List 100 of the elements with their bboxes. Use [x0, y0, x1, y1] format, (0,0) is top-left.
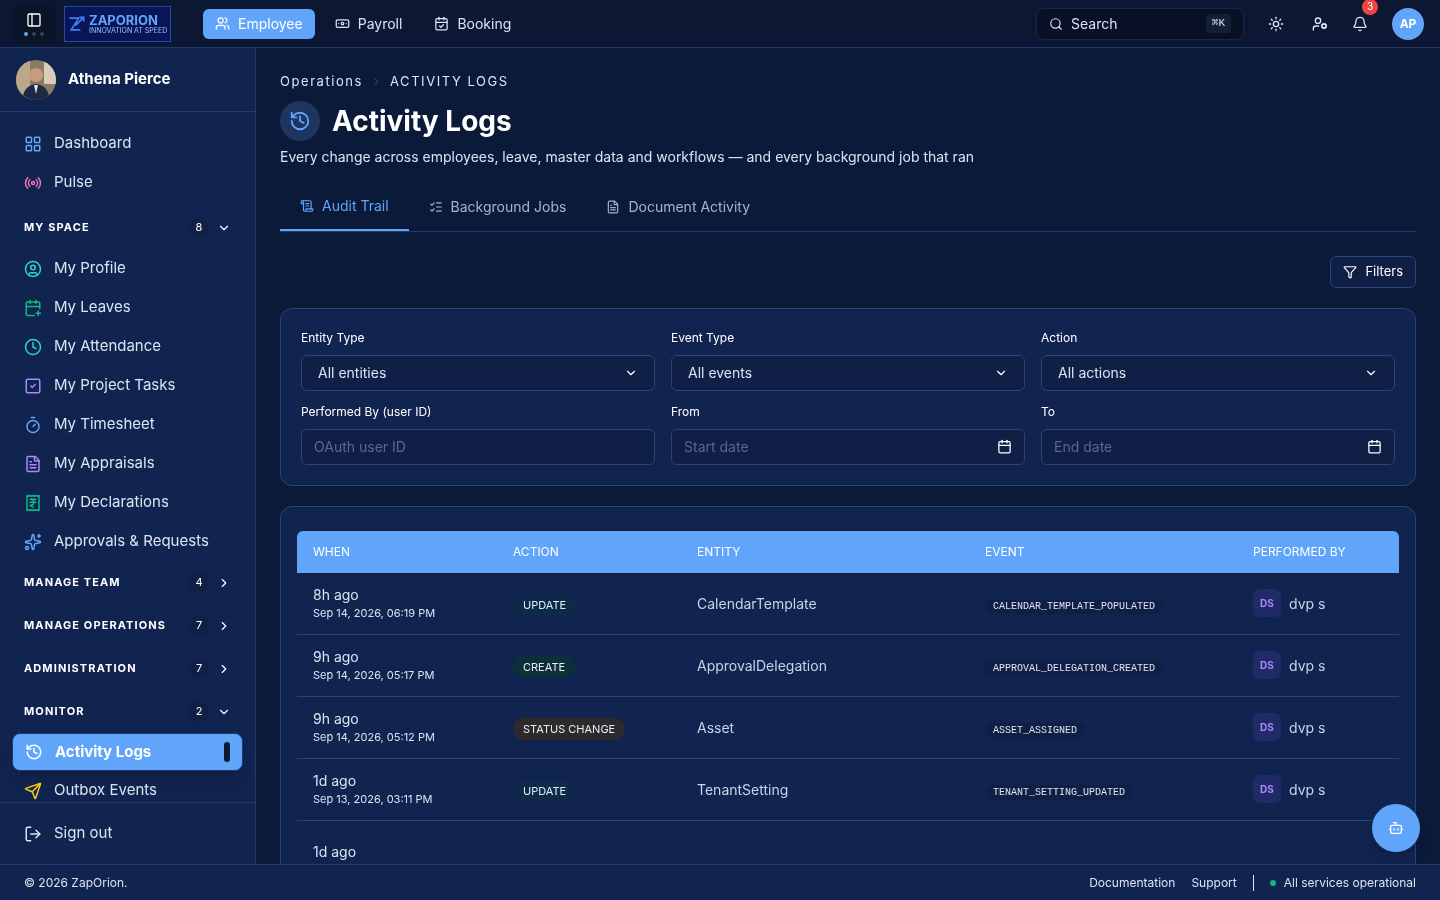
- event-code: ASSET_ASSIGNED: [985, 723, 1085, 738]
- page-title: Activity Logs: [332, 102, 512, 140]
- field-label: Event Type: [671, 328, 736, 347]
- section-count: 2: [189, 701, 209, 722]
- section-header[interactable]: MONITOR 2: [12, 690, 243, 733]
- sidebar-toggle-button[interactable]: [12, 3, 56, 44]
- calendar-icon: [997, 439, 1012, 454]
- history-icon: [280, 100, 320, 141]
- tab[interactable]: Audit Trail: [280, 182, 409, 231]
- section-count: 7: [189, 615, 209, 636]
- checklist-icon: [428, 199, 443, 214]
- sidebar-item[interactable]: Approvals & Requests: [12, 522, 243, 561]
- people-icon: [215, 16, 230, 31]
- select-field[interactable]: All events: [671, 354, 1025, 391]
- scroll-icon: [300, 198, 314, 213]
- column-header: ENTITY: [697, 542, 742, 561]
- event-code: TENANT_SETTING_UPDATED: [985, 785, 1134, 800]
- breadcrumb-link[interactable]: Operations: [280, 72, 363, 92]
- timestamp: Sep 13, 2026, 03:11 PM: [313, 791, 434, 808]
- action-badge: UPDATE: [513, 594, 577, 616]
- section-count: 7: [189, 658, 209, 679]
- user-name: dvp s: [1289, 779, 1326, 800]
- paper-plane-icon: [24, 781, 42, 800]
- sign-out-icon: [24, 824, 42, 843]
- search-field[interactable]: Search ⌘K: [1036, 7, 1244, 40]
- filters-button[interactable]: Filters: [1330, 255, 1416, 288]
- event-code: CALENDAR_TEMPLATE_POPULATED: [985, 599, 1164, 614]
- checkbox-icon: [24, 376, 42, 395]
- select-field[interactable]: All entities: [301, 354, 655, 391]
- timestamp: Sep 14, 2026, 06:19 PM: [313, 605, 437, 622]
- relative-time: 1d ago: [313, 841, 358, 862]
- field-label: To: [1041, 402, 1056, 421]
- select-field[interactable]: All actions: [1041, 354, 1395, 391]
- input-field[interactable]: OAuth user ID: [301, 428, 655, 465]
- nav-tab[interactable]: Payroll: [322, 8, 415, 39]
- notification-badge: 3: [1362, 0, 1378, 15]
- section-header[interactable]: MANAGE OPERATIONS 7: [12, 604, 243, 647]
- sidebar-item[interactable]: My Profile: [12, 249, 243, 288]
- section-title: MONITOR: [24, 703, 85, 720]
- tab[interactable]: Document Activity: [586, 182, 770, 231]
- user-name: dvp s: [1289, 717, 1326, 738]
- footer-link[interactable]: Documentation: [1089, 873, 1176, 892]
- column-header: ACTION: [513, 542, 560, 561]
- event-code: APPROVAL_DELEGATION_CREATED: [985, 661, 1164, 676]
- stopwatch-icon: [24, 415, 42, 434]
- section-count: 4: [189, 572, 209, 593]
- relative-time: 9h ago: [313, 709, 360, 730]
- copyright: © 2026 ZapOrion.: [24, 873, 128, 892]
- page-subtitle: Every change across employees, leave, master data and workflows — and every background job that ran: [280, 146, 976, 167]
- calendar-icon: [1367, 439, 1382, 454]
- history-icon: [25, 743, 43, 761]
- sidebar-item[interactable]: Pulse: [12, 163, 243, 202]
- notifications-icon[interactable]: [1352, 15, 1368, 32]
- field-label: From: [671, 402, 701, 421]
- column-header: EVENT: [985, 542, 1026, 561]
- robot-icon: [1388, 820, 1404, 836]
- sparkles-icon: [24, 532, 42, 551]
- timestamp: Sep 14, 2026, 05:17 PM: [313, 667, 436, 684]
- nav-tab[interactable]: Booking: [422, 8, 524, 39]
- sidebar-item[interactable]: My Attendance: [12, 327, 243, 366]
- user-initials: DS: [1253, 713, 1281, 741]
- user-name: dvp s: [1289, 593, 1326, 614]
- sidebar-item[interactable]: My Appraisals: [12, 444, 243, 483]
- user-name: Athena Pierce: [68, 68, 171, 91]
- banknote-icon: [334, 16, 350, 31]
- sidebar-item[interactable]: My Timesheet: [12, 405, 243, 444]
- active-indicator: [224, 742, 230, 762]
- entity-name: ApprovalDelegation: [697, 657, 827, 674]
- shortcut-key: ⌘K: [1205, 13, 1231, 34]
- action-badge: UPDATE: [513, 780, 577, 802]
- field-label: Action: [1041, 328, 1079, 347]
- footer-link[interactable]: Support: [1191, 873, 1237, 892]
- section-header[interactable]: MANAGE TEAM 4: [12, 561, 243, 604]
- grid-icon: [24, 134, 42, 153]
- document-icon: [606, 199, 621, 214]
- section-header[interactable]: ADMINISTRATION 7: [12, 647, 243, 690]
- sign-out-button[interactable]: Sign out: [24, 822, 113, 845]
- calendar-check-icon: [434, 16, 450, 31]
- sidebar-item[interactable]: My Declarations: [12, 483, 243, 522]
- sidebar-item[interactable]: My Leaves: [12, 288, 243, 327]
- field-label: Entity Type: [301, 328, 366, 347]
- section-count: 8: [189, 217, 209, 238]
- field-label: Performed By (user ID): [301, 402, 433, 421]
- entity-name: Asset: [697, 719, 735, 736]
- rupee-receipt-icon: [24, 493, 42, 512]
- document-icon: [24, 454, 42, 473]
- status-text: All services operational: [1283, 873, 1416, 892]
- entity-name: TenantSetting: [697, 781, 789, 798]
- sidebar-item[interactable]: My Project Tasks: [12, 366, 243, 405]
- section-title: MANAGE OPERATIONS: [24, 617, 167, 634]
- relative-time: 8h ago: [313, 585, 360, 606]
- clock-icon: [24, 337, 42, 356]
- sidebar-item[interactable]: Outbox Events: [12, 771, 243, 802]
- tab[interactable]: Background Jobs: [408, 182, 587, 231]
- section-header[interactable]: MY SPACE 8: [12, 206, 243, 249]
- action-badge: CREATE: [513, 656, 576, 678]
- sidebar-panel-icon: [26, 11, 42, 28]
- sidebar-item[interactable]: Dashboard: [12, 124, 243, 163]
- user-initials: DS: [1253, 589, 1281, 617]
- section-title: MANAGE TEAM: [24, 574, 121, 591]
